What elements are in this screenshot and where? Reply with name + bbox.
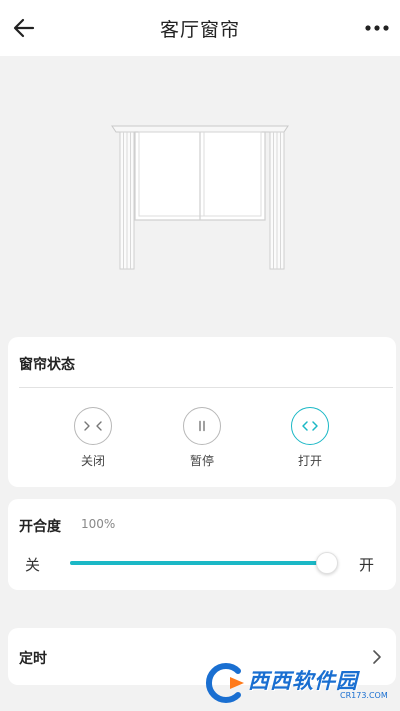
- opening-slider-thumb[interactable]: [316, 552, 338, 574]
- curtain-preview: [0, 56, 400, 328]
- close-curtain-icon: [84, 421, 102, 431]
- pause-button[interactable]: 暂停: [172, 407, 232, 469]
- close-curtain-circle: [74, 407, 112, 445]
- arrow-left-icon: [13, 18, 35, 38]
- more-button[interactable]: [364, 14, 392, 42]
- more-horizontal-icon: [365, 25, 389, 31]
- watermark-sub: CR173.COM: [340, 691, 388, 700]
- close-curtain-label: 关闭: [80, 454, 105, 468]
- watermark-logo: 西西软件园 CR173.COM: [200, 661, 390, 705]
- status-label: 窗帘状态: [19, 357, 75, 373]
- opening-slider-track[interactable]: [70, 561, 322, 565]
- open-curtain-circle: [291, 407, 329, 445]
- opening-degree-label: 开合度: [19, 519, 61, 535]
- page-title: 客厅窗帘: [159, 18, 240, 41]
- open-curtain-icon: [302, 421, 318, 431]
- pause-label: 暂停: [189, 454, 214, 468]
- close-curtain-button[interactable]: 关闭: [63, 407, 123, 469]
- opening-degree-value: 100%: [81, 517, 116, 531]
- divider: [19, 387, 393, 388]
- back-button[interactable]: [10, 14, 38, 42]
- curtain-status-card: 窗帘状态 关闭 暂停 打开: [8, 337, 396, 487]
- pause-icon: [199, 420, 205, 432]
- open-curtain-label: 打开: [297, 454, 322, 468]
- slider-min-label: 关: [25, 556, 41, 574]
- pause-circle: [183, 407, 221, 445]
- top-bar: 客厅窗帘: [0, 0, 400, 56]
- watermark-mark: [205, 663, 244, 703]
- curtain-illustration: [111, 125, 289, 270]
- opening-slider-fill: [70, 561, 322, 565]
- timer-label: 定时: [19, 651, 47, 667]
- slider-max-label: 开: [359, 556, 375, 574]
- opening-slider-row: 关 开: [8, 540, 396, 590]
- open-curtain-button[interactable]: 打开: [280, 407, 340, 469]
